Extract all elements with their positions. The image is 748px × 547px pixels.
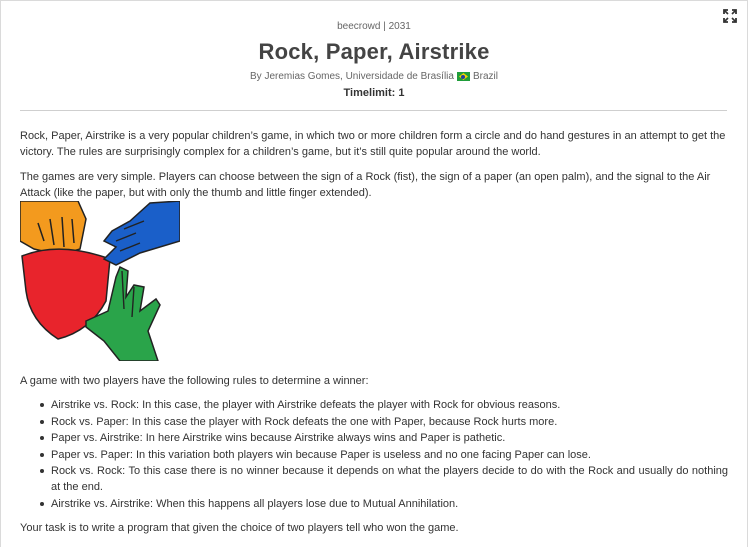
description-paragraph-1: Rock, Paper, Airstrike is a very popular… — [20, 130, 726, 158]
timelimit: Timelimit: 1 — [343, 87, 405, 99]
problem-author: By Jeremias Gomes, Universidade de Brasí… — [1, 70, 747, 83]
hand-gestures-illustration — [20, 201, 180, 361]
problem-source: beecrowd | 2031 — [337, 21, 411, 32]
rule-item: Rock vs. Rock: To this case there is no … — [40, 463, 728, 495]
problem-frame: beecrowd | 2031 Rock, Paper, Airstrike B… — [0, 0, 748, 547]
description-paragraph-3: A game with two players have the followi… — [20, 375, 369, 387]
open-palm-icon — [102, 201, 180, 266]
rule-item: Paper vs. Airstrike: In here Airstrike w… — [40, 430, 728, 446]
description-paragraph-4: Your task is to write a program that giv… — [20, 521, 459, 534]
rules-list: Airstrike vs. Rock: In this case, the pl… — [20, 397, 728, 512]
author-text: By Jeremias Gomes, Universidade de Brasí… — [250, 71, 454, 82]
description-paragraph-2: The games are very simple. Players can c… — [20, 171, 711, 199]
expand-icon[interactable] — [723, 9, 737, 23]
brazil-flag-icon — [456, 72, 470, 81]
header-divider — [20, 110, 727, 111]
rule-item: Airstrike vs. Rock: In this case, the pl… — [40, 397, 728, 413]
author-country: Brazil — [472, 71, 498, 82]
rule-item: Airstrike vs. Airstrike: When this happe… — [40, 496, 728, 512]
problem-header: beecrowd | 2031 Rock, Paper, Airstrike B… — [1, 1, 747, 100]
rule-item: Rock vs. Paper: In this case the player … — [40, 414, 728, 430]
rule-item: Paper vs. Paper: In this variation both … — [40, 447, 728, 463]
problem-title: Rock, Paper, Airstrike — [258, 39, 490, 64]
problem-description: Rock, Paper, Airstrike is a very popular… — [20, 128, 728, 536]
fist-icon — [20, 201, 87, 256]
